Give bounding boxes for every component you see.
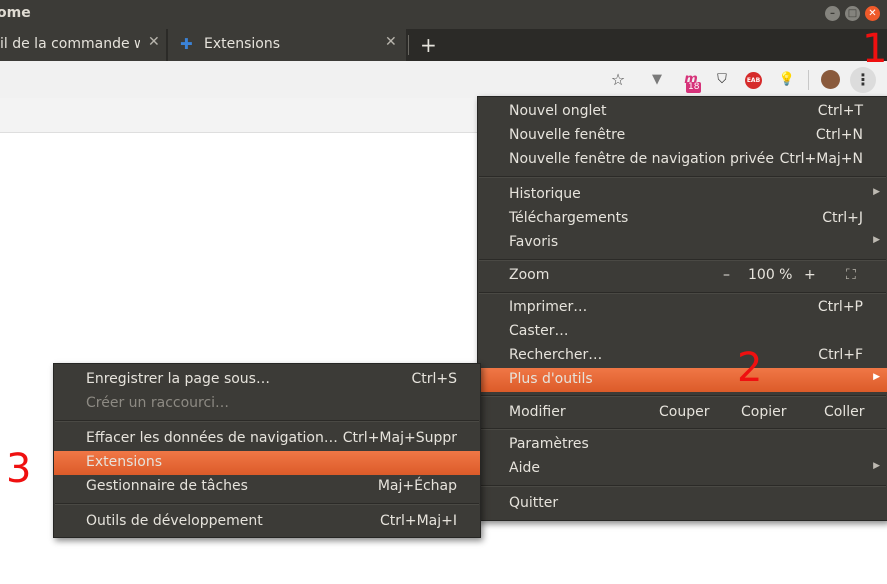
zoom-out-button[interactable]: –	[723, 267, 730, 283]
tab-extensions[interactable]: ✚ Extensions ✕	[168, 29, 406, 61]
tab-label: Extensions	[204, 36, 281, 52]
eab-extension-icon[interactable]: EAB	[745, 72, 762, 89]
submenu-item-save-page[interactable]: Enregistrer la page sous… Ctrl+S	[54, 368, 480, 392]
menu-item-new-tab[interactable]: Nouvel onglet Ctrl+T	[478, 100, 887, 124]
tab-label: il de la commande we	[0, 36, 140, 52]
cut-button[interactable]: Couper	[659, 404, 709, 420]
paste-button[interactable]: Coller	[824, 404, 865, 420]
annotation-step-3: 3	[6, 446, 32, 492]
submenu-item-task-manager[interactable]: Gestionnaire de tâches Maj+Échap	[54, 475, 480, 499]
zoom-level: 100 %	[748, 267, 793, 283]
menu-item-settings[interactable]: Paramètres	[478, 433, 887, 457]
chrome-menu: Nouvel onglet Ctrl+T Nouvelle fenêtre Ct…	[477, 96, 887, 521]
menu-item-find[interactable]: Rechercher… Ctrl+F	[478, 344, 887, 368]
toolbar-divider	[808, 70, 809, 90]
submenu-item-developer-tools[interactable]: Outils de développement Ctrl+Maj+I	[54, 510, 480, 534]
menu-separator	[479, 176, 886, 178]
submenu-arrow-icon: ▶	[873, 461, 880, 471]
close-tab-icon[interactable]: ✕	[385, 34, 397, 50]
copy-button[interactable]: Copier	[741, 404, 787, 420]
menu-item-new-window[interactable]: Nouvelle fenêtre Ctrl+N	[478, 124, 887, 148]
menu-item-cast[interactable]: Caster…	[478, 320, 887, 344]
menu-separator	[55, 420, 479, 422]
menu-item-print[interactable]: Imprimer… Ctrl+P	[478, 296, 887, 320]
menu-item-bookmarks[interactable]: Favoris ▶	[478, 231, 887, 255]
menu-separator	[479, 259, 886, 261]
puzzle-icon: ✚	[180, 35, 193, 53]
annotation-step-2: 2	[737, 345, 763, 391]
menu-separator	[479, 485, 886, 487]
submenu-arrow-icon: ▶	[873, 187, 880, 197]
submenu-item-clear-browsing-data[interactable]: Effacer les données de navigation… Ctrl+…	[54, 427, 480, 451]
menu-item-help[interactable]: Aide ▶	[478, 457, 887, 481]
annotation-step-1: 1	[862, 26, 887, 72]
submenu-item-extensions[interactable]: Extensions	[54, 451, 480, 475]
tab-command[interactable]: il de la commande we ✕	[0, 29, 166, 61]
new-tab-button[interactable]: +	[420, 33, 437, 57]
bookmark-star-icon[interactable]: ☆	[608, 70, 628, 90]
title-bar: ome – □ ✕	[0, 0, 887, 29]
avatar[interactable]	[821, 70, 840, 89]
fullscreen-icon[interactable]: ⛶	[846, 267, 856, 283]
menu-item-quit[interactable]: Quitter	[478, 492, 887, 516]
menu-separator	[479, 292, 886, 294]
menu-separator	[479, 395, 886, 397]
menu-item-more-tools[interactable]: Plus d'outils ▶	[478, 368, 887, 392]
vimium-icon[interactable]: ▼	[647, 70, 667, 90]
maximize-icon[interactable]: □	[845, 6, 860, 21]
menu-item-downloads[interactable]: Téléchargements Ctrl+J	[478, 207, 887, 231]
menu-separator	[55, 503, 479, 505]
menu-item-zoom: Zoom – 100 % + ⛶	[509, 267, 856, 283]
window-title: ome	[0, 5, 31, 21]
close-tab-icon[interactable]: ✕	[148, 34, 160, 50]
menu-separator	[479, 428, 886, 430]
submenu-arrow-icon: ▶	[873, 235, 880, 245]
lightbulb-icon[interactable]: 💡	[777, 70, 797, 90]
minimize-icon[interactable]: –	[825, 6, 840, 21]
shield-icon[interactable]: ⛉	[712, 70, 732, 90]
tab-divider	[408, 35, 409, 55]
submenu-item-create-shortcut: Créer un raccourci…	[86, 395, 230, 411]
extension-badge: 18	[686, 82, 702, 93]
menu-item-edit: Modifier Couper Copier Coller	[509, 404, 865, 420]
close-window-icon[interactable]: ✕	[865, 6, 880, 21]
tab-strip: il de la commande we ✕ ✚ Extensions ✕	[0, 29, 887, 61]
more-tools-submenu: Enregistrer la page sous… Ctrl+S Créer u…	[53, 363, 481, 538]
menu-item-history[interactable]: Historique ▶	[478, 183, 887, 207]
zoom-in-button[interactable]: +	[804, 267, 816, 283]
menu-item-new-incognito-window[interactable]: Nouvelle fenêtre de navigation privée Ct…	[478, 148, 887, 172]
submenu-arrow-icon: ▶	[873, 372, 880, 382]
